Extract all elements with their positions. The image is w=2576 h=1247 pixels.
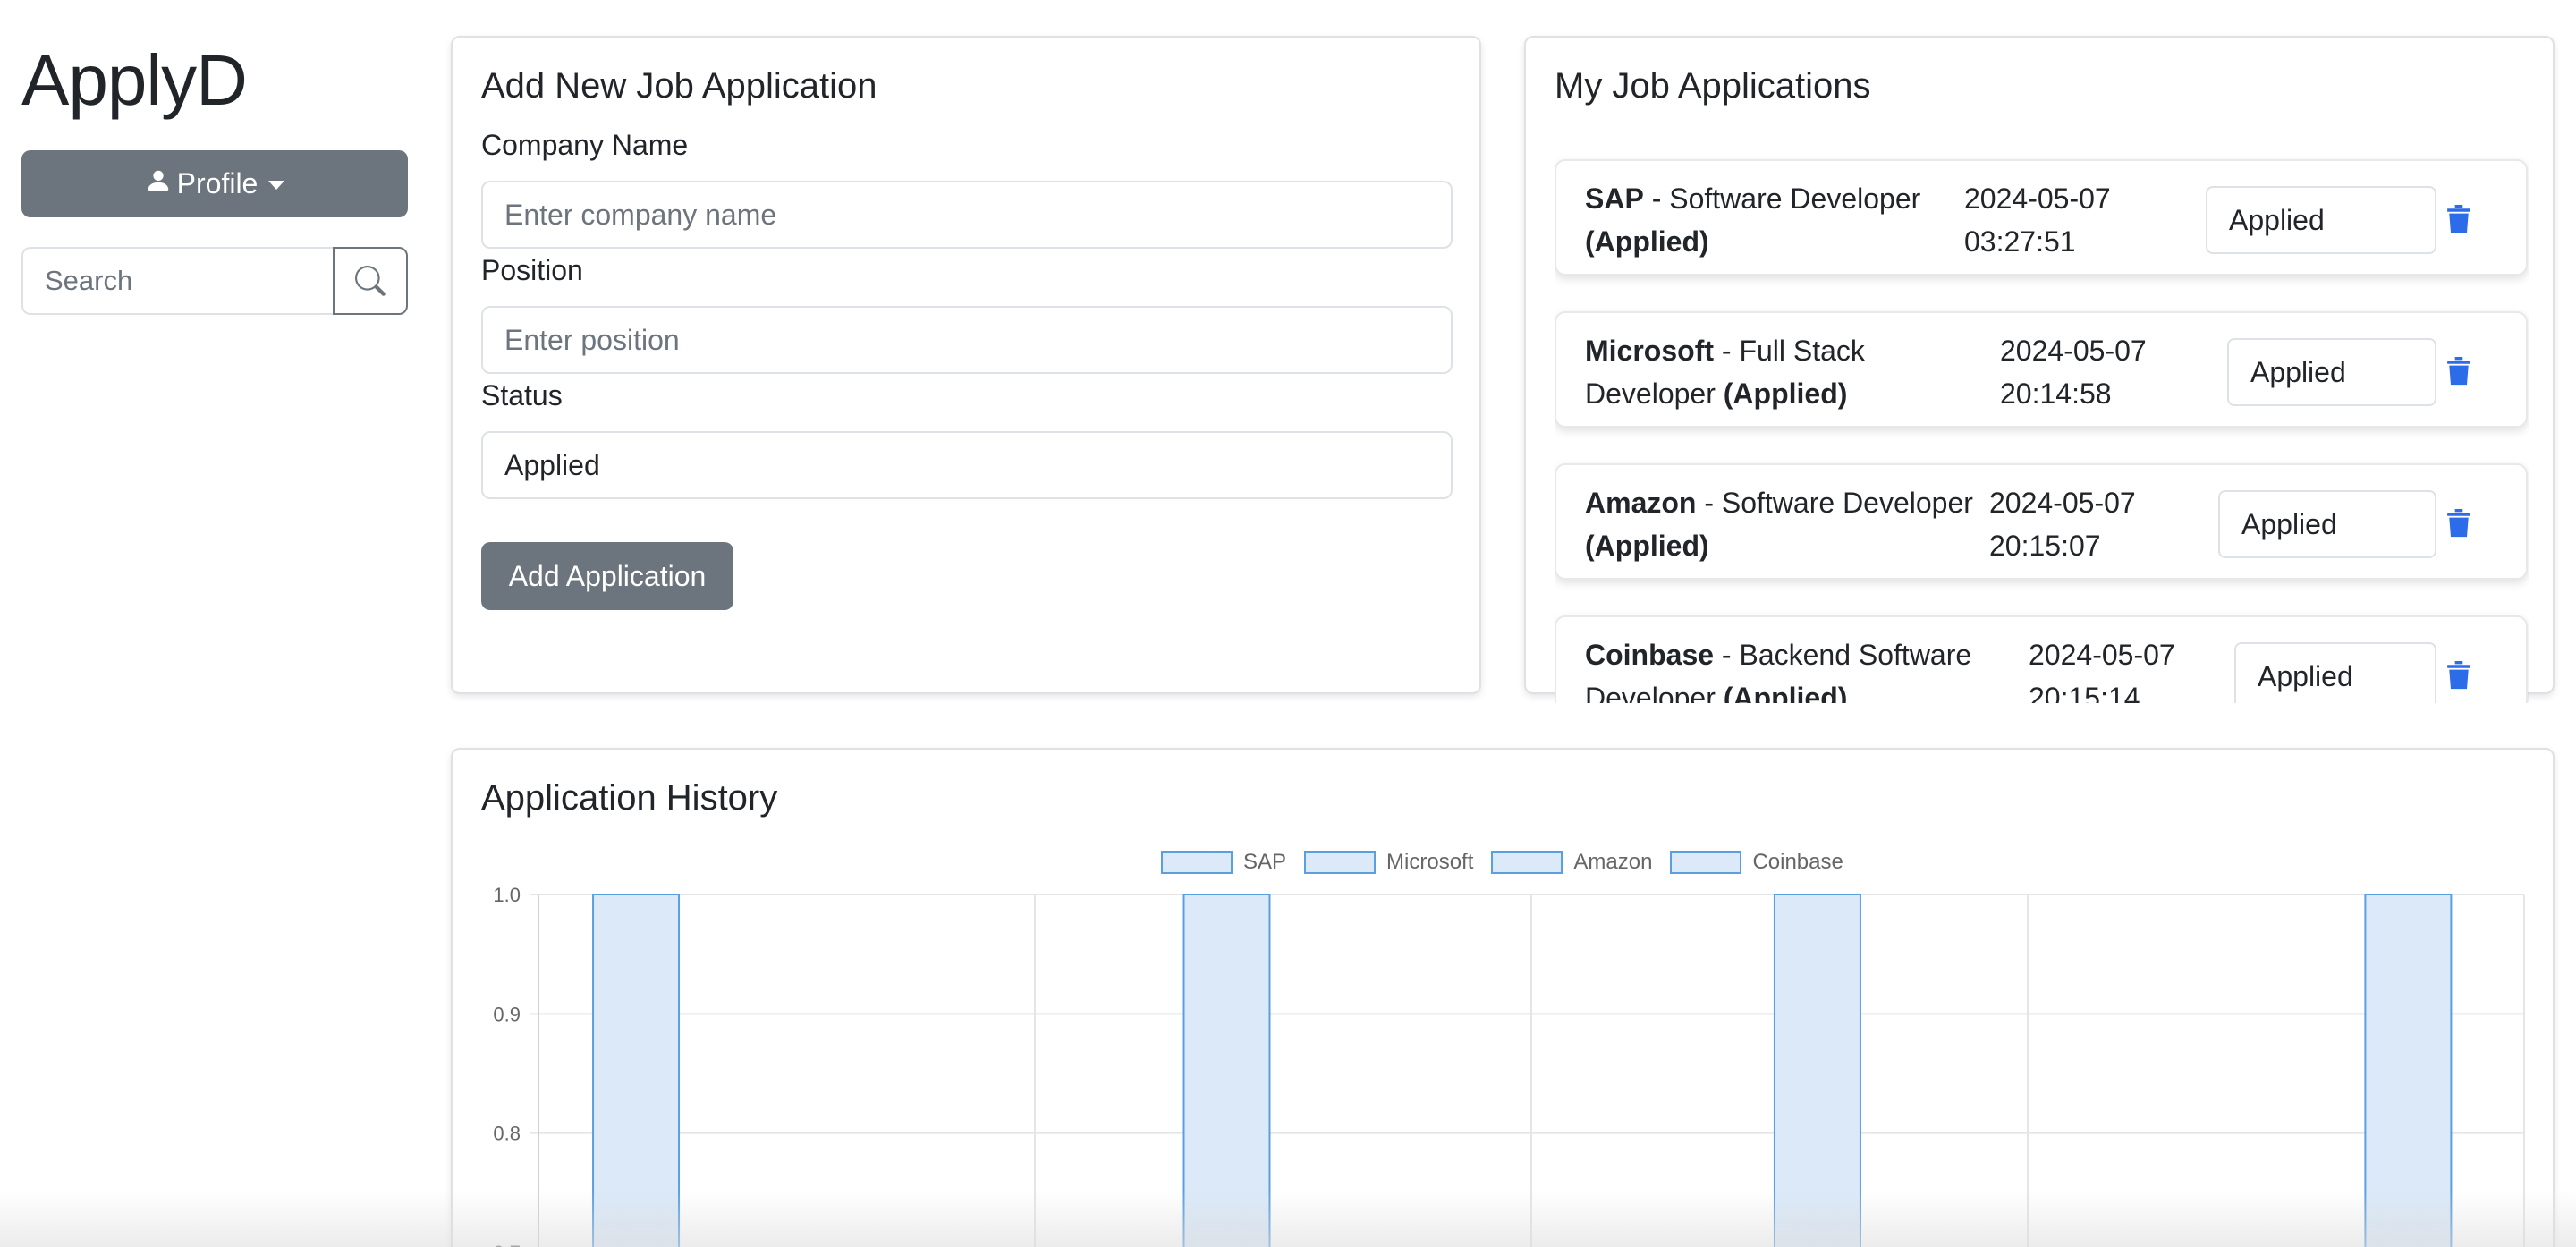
add-application-button[interactable]: Add Application [481, 542, 733, 610]
status-text: (Applied) [1723, 682, 1848, 703]
bar-microsoft [1182, 894, 1271, 1247]
search-form: Search [21, 247, 408, 315]
application-date: 2024-05-07 [1989, 487, 2136, 519]
bar-amazon [1773, 894, 1861, 1247]
application-time: 20:15:14 [2029, 682, 2140, 703]
company-name: Microsoft [1585, 335, 1714, 367]
application-date: 2024-05-07 [2000, 335, 2147, 367]
add-application-title: Add New Job Application [481, 66, 877, 106]
search-input[interactable]: Search [21, 247, 333, 315]
application-date: 2024-05-07 [1964, 182, 2111, 215]
list-item: SAP - Software Developer (Applied) 2024-… [1555, 159, 2528, 276]
caret-down-icon [268, 180, 285, 190]
bar-coinbase [2364, 894, 2453, 1247]
position-name: Software Developer [1669, 182, 1921, 215]
y-tick-label: 0.7 [493, 1242, 521, 1247]
application-summary: Coinbase - Backend Software Developer (A… [1585, 633, 2014, 703]
application-summary: Amazon - Software Developer (Applied) [1585, 487, 1973, 562]
applications-title: My Job Applications [1555, 66, 1871, 106]
application-date: 2024-05-07 [2029, 639, 2175, 671]
application-datetime: 2024-05-07 20:15:14 [2029, 633, 2207, 703]
profile-dropdown-button[interactable]: Profile [21, 150, 408, 217]
y-tick-label: 0.9 [493, 1003, 521, 1025]
app-root: ApplyD Profile Search Add New Job Applic… [0, 0, 2576, 1247]
status-label: Status [481, 379, 563, 411]
list-item: Microsoft - Full Stack Developer (Applie… [1555, 311, 2528, 428]
applications-card: My Job Applications SAP - Software Devel… [1524, 36, 2555, 703]
list-item: Amazon - Software Developer (Applied) 20… [1555, 463, 2528, 580]
bar-sap [592, 894, 681, 1247]
status-dropdown[interactable]: Applied [2218, 490, 2436, 558]
profile-label: Profile [176, 167, 258, 199]
status-text: (Applied) [1585, 225, 1709, 258]
status-text: (Applied) [1585, 530, 1709, 562]
company-label: Company Name [481, 129, 689, 161]
application-summary: Microsoft - Full Stack Developer (Applie… [1585, 335, 1865, 410]
add-application-card: Add New Job Application Company Name Ent… [451, 36, 1481, 694]
trash-icon[interactable] [2445, 202, 2472, 234]
application-time: 20:15:07 [1989, 530, 2101, 562]
application-history-card: Application History SAP Microsoft Amazon… [451, 748, 2555, 1247]
application-summary: SAP - Software Developer (Applied) [1585, 182, 1921, 258]
company-name: Amazon [1585, 487, 1697, 519]
company-name: SAP [1585, 182, 1644, 215]
status-dropdown[interactable]: Applied [2227, 338, 2436, 406]
applications-list[interactable]: SAP - Software Developer (Applied) 2024-… [1555, 123, 2529, 703]
status-text: (Applied) [1723, 377, 1848, 410]
application-time: 03:27:51 [1964, 225, 2076, 258]
trash-icon[interactable] [2445, 658, 2472, 691]
y-tick-label: 0.8 [493, 1123, 521, 1145]
application-datetime: 2024-05-07 03:27:51 [1964, 177, 2143, 263]
application-time: 20:14:58 [2000, 377, 2112, 410]
user-icon [145, 167, 172, 201]
search-button[interactable] [333, 247, 408, 315]
position-name: Software Developer [1721, 487, 1973, 519]
status-select[interactable]: Applied [481, 431, 1453, 499]
position-input[interactable]: Enter position [481, 306, 1453, 374]
application-datetime: 2024-05-07 20:15:07 [1989, 481, 2168, 567]
search-icon [355, 266, 386, 296]
trash-icon[interactable] [2445, 506, 2472, 539]
history-chart: 1.0 0.9 0.8 0.7 [493, 884, 2525, 1247]
y-tick-label: 1.0 [493, 884, 521, 906]
trash-icon[interactable] [2445, 354, 2472, 386]
list-item: Coinbase - Backend Software Developer (A… [1555, 615, 2528, 703]
brand-title: ApplyD [21, 40, 248, 120]
position-label: Position [481, 254, 583, 286]
company-name-input[interactable]: Enter company name [481, 181, 1453, 249]
company-name: Coinbase [1585, 639, 1715, 671]
status-dropdown[interactable]: Applied [2206, 186, 2436, 254]
application-datetime: 2024-05-07 20:14:58 [2000, 329, 2179, 415]
status-dropdown[interactable]: Applied [2234, 642, 2436, 703]
